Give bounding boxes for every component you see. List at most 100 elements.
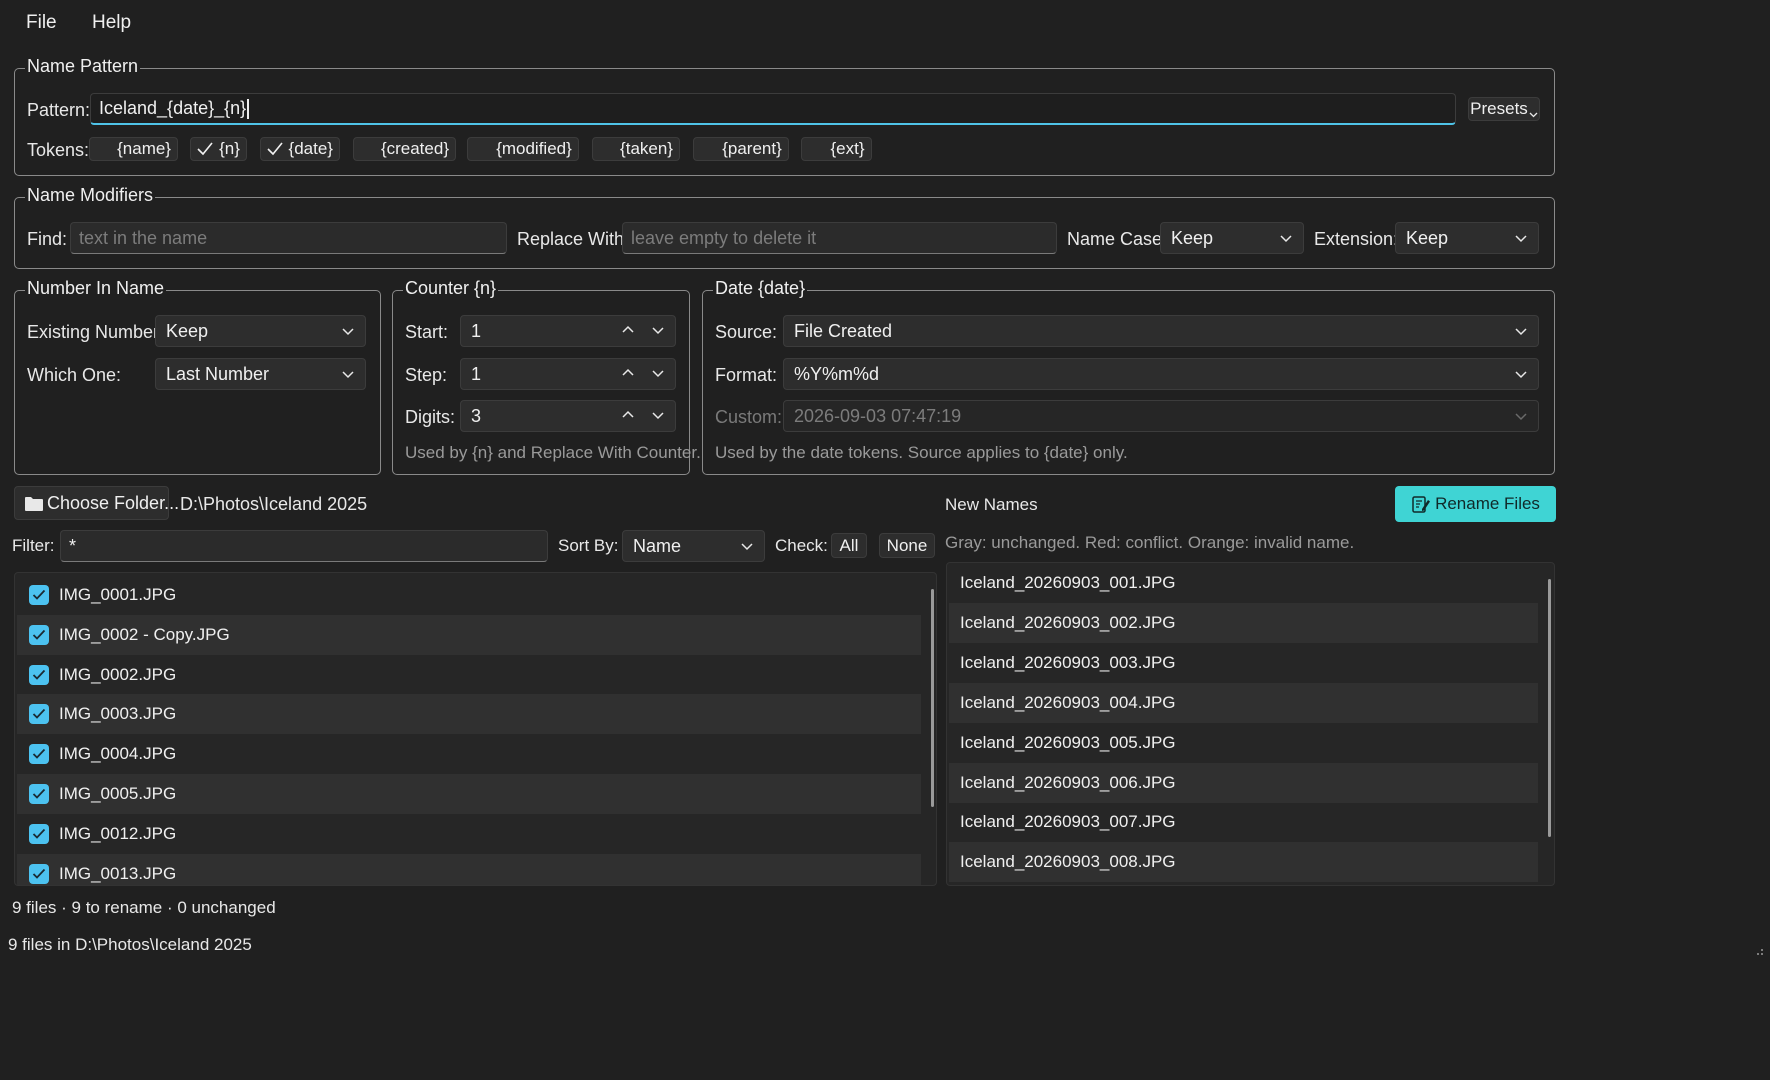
color-legend: Gray: unchanged. Red: conflict. Orange: …	[945, 533, 1355, 552]
token-label: {taken}	[620, 139, 673, 158]
menu-help[interactable]: Help	[88, 10, 135, 36]
new-names-list[interactable]: Iceland_20260903_001.JPG Iceland_20260903…	[946, 562, 1555, 886]
file-list-scrollbar[interactable]	[931, 589, 934, 807]
new-name: Iceland_20260903_008.JPG	[960, 852, 1176, 872]
status-bar-text: 9 files in D:\Photos\Iceland 2025	[8, 935, 252, 954]
rename-icon	[1411, 494, 1431, 514]
new-name-row[interactable]: Iceland_20260903_003.JPG	[949, 643, 1538, 683]
chevron-up-icon[interactable]	[621, 321, 635, 342]
new-name-row[interactable]: Iceland_20260903_002.JPG	[949, 602, 1538, 643]
which-one-select[interactable]: Last Number	[155, 358, 366, 390]
new-name-row[interactable]: Iceland_20260903_005.JPG	[949, 723, 1538, 763]
checkbox-checked-icon[interactable]	[29, 823, 49, 844]
check-all-button[interactable]: All	[831, 533, 867, 558]
file-name: IMG_0004.JPG	[59, 744, 177, 764]
checkbox-checked-icon[interactable]	[29, 664, 49, 685]
chevron-down-icon[interactable]	[651, 364, 665, 385]
sort-by-select[interactable]: Name	[622, 530, 765, 562]
new-name-row[interactable]: Iceland_20260903_004.JPG	[949, 682, 1538, 723]
token-label: {ext}	[830, 139, 865, 158]
format-select[interactable]: %Y%m%d	[783, 358, 1539, 390]
token-chip[interactable]: {taken}	[592, 137, 680, 161]
token-chip[interactable]: {n}	[190, 137, 247, 161]
checkbox-checked-icon[interactable]	[29, 585, 49, 605]
step-spinbox[interactable]: 1	[460, 358, 676, 390]
new-name: Iceland_20260903_004.JPG	[960, 692, 1176, 712]
token-chip[interactable]: {parent}	[693, 137, 789, 161]
file-row[interactable]: IMG_0002.JPG	[17, 655, 921, 695]
name-case-select[interactable]: Keep	[1160, 222, 1304, 254]
presets-button[interactable]: Presets	[1468, 97, 1540, 121]
chevron-down-icon	[1279, 231, 1293, 245]
checkbox-checked-icon[interactable]	[29, 624, 49, 645]
chevron-up-icon[interactable]	[621, 364, 635, 385]
extension-select[interactable]: Keep	[1395, 222, 1539, 254]
new-name: Iceland_20260903_007.JPG	[960, 812, 1176, 832]
which-one-value: Last Number	[166, 363, 270, 384]
resize-grip-icon[interactable]	[1752, 940, 1764, 961]
token-label: {date}	[288, 139, 333, 158]
group-title: Name Pattern	[25, 56, 141, 77]
find-input[interactable]: text in the name	[70, 222, 507, 254]
chevron-down-icon	[341, 324, 355, 338]
start-spinbox[interactable]: 1	[460, 315, 676, 347]
group-title: Date {date}	[713, 278, 808, 299]
new-name-row[interactable]: Iceland_20260903_006.JPG	[949, 762, 1538, 803]
new-names-scrollbar[interactable]	[1548, 579, 1551, 837]
new-name-row[interactable]: Iceland_20260903_008.JPG	[949, 842, 1538, 883]
tokens-label: Tokens:	[27, 140, 90, 160]
filter-input[interactable]: *	[60, 530, 548, 562]
check-none-button[interactable]: None	[879, 533, 935, 558]
menu-file[interactable]: File	[22, 10, 61, 36]
file-row[interactable]: IMG_0003.JPG	[17, 694, 921, 735]
name-case-label: Name Case:	[1067, 229, 1168, 249]
chevron-up-icon[interactable]	[621, 406, 635, 427]
checkbox-checked-icon[interactable]	[29, 863, 49, 884]
checkbox-checked-icon[interactable]	[29, 784, 49, 804]
filter-label: Filter:	[12, 536, 55, 555]
source-value: File Created	[794, 320, 893, 341]
filter-value: *	[69, 535, 77, 556]
token-label: {parent}	[722, 139, 782, 158]
new-name-row[interactable]: Iceland_20260903_001.JPG	[949, 563, 1538, 603]
chevron-down-icon[interactable]	[651, 406, 665, 427]
source-select[interactable]: File Created	[783, 315, 1539, 347]
replace-input[interactable]: leave empty to delete it	[622, 222, 1057, 254]
file-row[interactable]: IMG_0012.JPG	[17, 814, 921, 854]
file-list[interactable]: IMG_0001.JPG IMG_0002 - Copy.JPG IMG_0002.…	[14, 572, 937, 886]
checkmark-icon	[191, 142, 219, 156]
step-value: 1	[471, 363, 482, 384]
token-chip[interactable]: {modified}	[467, 137, 579, 161]
file-row[interactable]: IMG_0004.JPG	[17, 734, 921, 774]
new-names-title: New Names	[945, 495, 1038, 514]
new-name: Iceland_20260903_002.JPG	[960, 612, 1176, 632]
extension-label: Extension:	[1314, 229, 1399, 249]
token-chip[interactable]: {date}	[260, 137, 340, 161]
choose-folder-button[interactable]: Choose Folder...	[14, 486, 179, 520]
existing-number-select[interactable]: Keep	[155, 315, 366, 347]
folder-icon	[25, 496, 43, 511]
chevron-down-icon	[341, 367, 355, 381]
file-row[interactable]: IMG_0013.JPG	[17, 853, 921, 885]
file-row[interactable]: IMG_0005.JPG	[17, 774, 921, 814]
file-row[interactable]: IMG_0001.JPG	[17, 575, 921, 615]
custom-date-select[interactable]: 2026-09-03 07:47:19	[783, 400, 1539, 432]
file-row[interactable]: IMG_0002 - Copy.JPG	[17, 614, 921, 655]
custom-value: 2026-09-03 07:47:19	[794, 405, 962, 426]
checkbox-checked-icon[interactable]	[29, 704, 49, 725]
rename-files-button[interactable]: Rename Files	[1395, 486, 1556, 522]
digits-spinbox[interactable]: 3	[460, 400, 676, 432]
chevron-down-icon[interactable]	[651, 321, 665, 342]
token-chip[interactable]: {name}	[89, 137, 178, 161]
folder-path: D:\Photos\Iceland 2025	[180, 494, 368, 514]
checkbox-checked-icon[interactable]	[29, 744, 49, 765]
token-chip[interactable]: {created}	[353, 137, 456, 161]
token-chip[interactable]: {ext}	[801, 137, 872, 161]
pattern-input[interactable]: Iceland_{date}_{n}	[90, 93, 1456, 125]
existing-number-label: Existing Number:	[27, 322, 165, 342]
new-name-row[interactable]: Iceland_20260903_007.JPG	[949, 802, 1538, 842]
file-name: IMG_0001.JPG	[59, 585, 177, 604]
token-label: {modified}	[496, 139, 572, 158]
group-title: Number In Name	[25, 278, 167, 299]
file-name: IMG_0005.JPG	[59, 784, 177, 803]
